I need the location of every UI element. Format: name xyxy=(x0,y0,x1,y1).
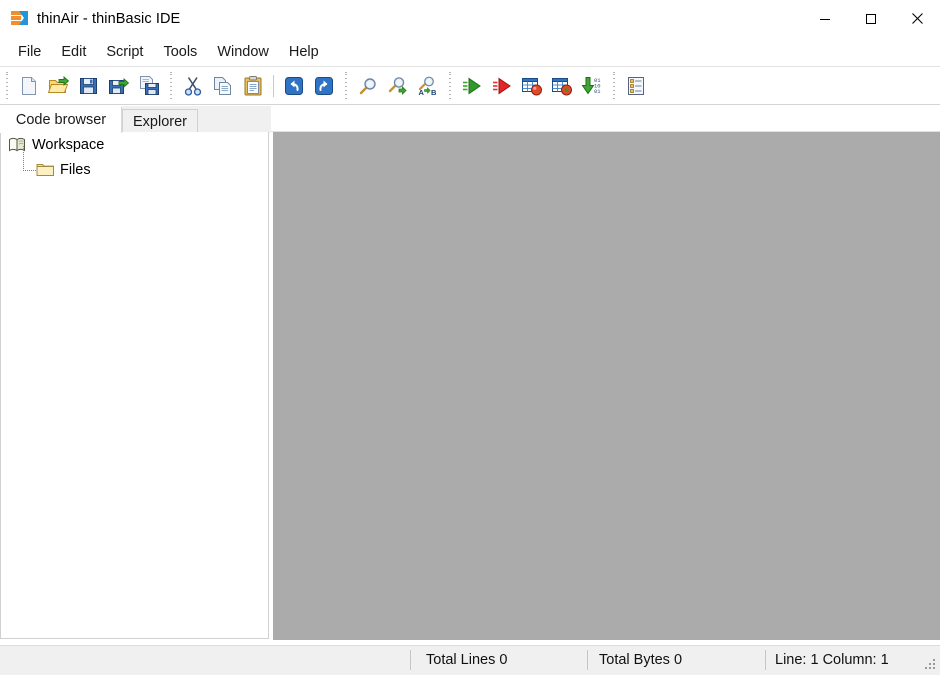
undo-icon xyxy=(285,76,303,95)
save-icon xyxy=(80,77,97,94)
compile-button[interactable]: 01 10 01 xyxy=(577,71,607,101)
toolbar-gripper-edit[interactable] xyxy=(167,70,175,101)
toolbar-gripper-view[interactable] xyxy=(610,70,618,101)
redo-icon xyxy=(315,76,333,95)
find-next-button[interactable] xyxy=(383,71,413,101)
paste-button[interactable] xyxy=(238,71,268,101)
status-bar-message-pane xyxy=(0,646,410,675)
find-button[interactable] xyxy=(353,71,383,101)
tab-explorer[interactable]: Explorer xyxy=(122,109,198,133)
copy-button[interactable] xyxy=(208,71,238,101)
status-caret-position: Line: 1 Column: 1 xyxy=(775,652,889,668)
status-total-lines: Total Lines 0 xyxy=(426,652,508,668)
editor-mdi-client-area[interactable] xyxy=(273,132,940,640)
tree-item-workspace[interactable]: Workspace xyxy=(1,132,268,157)
menu-item-edit[interactable]: Edit xyxy=(51,40,96,64)
save-button[interactable] xyxy=(74,71,104,101)
svg-text:01: 01 xyxy=(594,88,601,95)
svg-text:B: B xyxy=(431,88,437,97)
tree-item-files-label: Files xyxy=(60,161,91,178)
code-browser-tree[interactable]: Workspace Files xyxy=(0,132,269,639)
check-syntax-button[interactable] xyxy=(517,71,547,101)
tab-explorer-label: Explorer xyxy=(133,113,187,130)
compile-icon: 01 10 01 xyxy=(581,76,601,95)
minimize-icon xyxy=(820,18,830,20)
cut-button[interactable] xyxy=(178,71,208,101)
replace-icon: A B xyxy=(419,76,437,97)
status-total-bytes: Total Bytes 0 xyxy=(599,652,683,668)
paste-icon xyxy=(244,75,262,95)
new-file-button[interactable] xyxy=(14,71,44,101)
maximize-button[interactable] xyxy=(848,0,894,37)
tab-code-browser[interactable]: Code browser xyxy=(0,106,122,133)
mdi-tab-strip xyxy=(271,106,940,132)
toolbar-group-view xyxy=(621,67,651,104)
toolbar-group-run: 01 10 01 xyxy=(457,67,607,104)
cut-icon xyxy=(184,76,202,96)
thinbasic-logo-icon xyxy=(11,10,28,27)
preparse-button[interactable] xyxy=(547,71,577,101)
toolbar-gripper-file[interactable] xyxy=(3,70,11,101)
tab-code-browser-label: Code browser xyxy=(15,112,107,128)
folder-icon xyxy=(36,161,55,178)
open-folder-icon xyxy=(48,75,70,93)
copy-icon xyxy=(214,76,231,95)
menu-item-tools[interactable]: Tools xyxy=(153,40,207,64)
toolbar-gripper-search[interactable] xyxy=(342,70,350,101)
save-as-icon xyxy=(109,77,130,94)
toolbar-gripper-run[interactable] xyxy=(446,70,454,101)
menu-item-help[interactable]: Help xyxy=(279,40,329,64)
tree-item-files[interactable]: Files xyxy=(1,146,268,182)
toolbar-group-file xyxy=(14,67,164,104)
resize-grip-icon[interactable] xyxy=(924,658,937,671)
svg-text:A: A xyxy=(419,88,425,97)
run-debug-icon xyxy=(493,77,511,94)
minimize-button[interactable] xyxy=(802,0,848,37)
find-next-icon xyxy=(388,76,407,95)
redo-button[interactable] xyxy=(309,71,339,101)
menu-bar: File Edit Script Tools Window Help xyxy=(0,37,940,66)
properties-button[interactable] xyxy=(621,71,651,101)
window-controls xyxy=(802,0,940,37)
open-file-button[interactable] xyxy=(44,71,74,101)
toolbar-separator-1 xyxy=(273,74,274,97)
find-icon xyxy=(359,77,376,94)
title-bar: thinAir - thinBasic IDE xyxy=(0,0,940,37)
new-file-icon xyxy=(22,76,36,95)
save-as-button[interactable] xyxy=(104,71,134,101)
left-dock-tabstrip: Code browser Explorer xyxy=(0,106,271,133)
properties-list-icon xyxy=(628,76,644,95)
check-syntax-icon xyxy=(522,77,542,95)
menu-item-file[interactable]: File xyxy=(8,40,51,64)
replace-button[interactable]: A B xyxy=(413,71,443,101)
toolbar: A B 01 10 01 xyxy=(0,66,940,105)
run-debug-button[interactable] xyxy=(487,71,517,101)
status-bar: Total Lines 0 Total Bytes 0 Line: 1 Colu… xyxy=(0,645,940,674)
toolbar-group-edit xyxy=(178,67,339,104)
window-title: thinAir - thinBasic IDE xyxy=(37,10,181,27)
close-icon xyxy=(911,13,923,24)
run-icon xyxy=(463,77,481,94)
run-button[interactable] xyxy=(457,71,487,101)
save-all-button[interactable] xyxy=(134,71,164,101)
application-window: thinAir - thinBasic IDE File Edit Script… xyxy=(0,0,940,674)
undo-button[interactable] xyxy=(279,71,309,101)
menu-item-script[interactable]: Script xyxy=(96,40,153,64)
maximize-icon xyxy=(866,13,876,24)
left-dock-panel: Code browser Explorer Workspace Files xyxy=(0,106,271,640)
save-all-icon xyxy=(140,75,159,95)
close-button[interactable] xyxy=(894,0,940,37)
tree-item-workspace-label: Workspace xyxy=(32,136,105,153)
menu-item-window[interactable]: Window xyxy=(207,40,279,64)
preparse-icon xyxy=(552,77,572,95)
toolbar-group-search: A B xyxy=(353,67,443,104)
